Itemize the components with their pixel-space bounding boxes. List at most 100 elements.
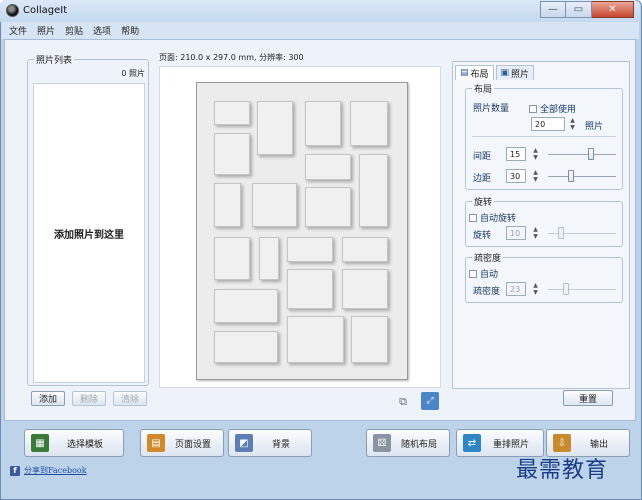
margin-slider[interactable] xyxy=(548,176,616,177)
photo-slot[interactable] xyxy=(342,269,388,309)
random-layout-label: 随机布局 xyxy=(400,439,437,450)
rotation-spinner[interactable]: ▲ ▼ xyxy=(532,226,539,240)
photo-slot[interactable] xyxy=(351,316,388,363)
close-button[interactable]: ✕ xyxy=(592,1,634,18)
reset-button[interactable]: 重置 xyxy=(563,390,613,406)
photo-slot[interactable] xyxy=(214,133,250,175)
dice-icon: ⚄ xyxy=(373,434,391,452)
photo-count-input[interactable]: 20 xyxy=(531,117,565,131)
margin-input[interactable]: 30 xyxy=(506,169,526,183)
density-group-title: 疏密度 xyxy=(472,251,504,264)
shuffle-icon: ⇄ xyxy=(463,434,481,452)
tab-layout[interactable]: ▤ 布局 xyxy=(455,65,494,80)
background-icon: ◩ xyxy=(235,434,253,452)
drop-hint: 添加照片到这里 xyxy=(54,229,124,241)
template-icon: ▦ xyxy=(31,434,49,452)
photo-slot[interactable] xyxy=(214,331,278,363)
photo-slot[interactable] xyxy=(214,101,250,125)
density-label: 疏密度 xyxy=(473,287,501,297)
density-spinner[interactable]: ▲ ▼ xyxy=(532,282,539,296)
export-label: 输出 xyxy=(589,439,608,450)
menu-photo[interactable]: 照片 xyxy=(37,24,55,37)
photo-unit-label: 照片 xyxy=(585,122,604,132)
menu-options[interactable]: 选项 xyxy=(93,24,111,37)
rotation-label: 旋转 xyxy=(473,231,492,241)
page-setup-label: 页面设置 xyxy=(174,439,211,450)
tab-layout-label: 布局 xyxy=(470,69,489,80)
photo-slot[interactable] xyxy=(359,154,388,227)
photo-slot[interactable] xyxy=(305,101,341,146)
photo-slot[interactable] xyxy=(287,237,333,262)
clear-photos-button[interactable]: 清除 xyxy=(113,391,147,406)
random-layout-button[interactable]: ⚄ 随机布局 xyxy=(366,429,450,457)
share-facebook-link[interactable]: 分享到Facebook xyxy=(24,465,87,476)
menu-bar: 文件 照片 剪贴 选项 帮助 xyxy=(1,22,639,39)
window-title: CollageIt xyxy=(23,5,68,16)
photo-icon: ▣ xyxy=(500,68,510,78)
layout-icon: ▤ xyxy=(460,68,469,78)
remove-photo-button[interactable]: 删除 xyxy=(72,391,106,406)
photo-list-group: 照片列表 0 照片 添加照片到这里 xyxy=(27,53,149,386)
photo-slot[interactable] xyxy=(287,316,344,363)
density-slider-thumb[interactable] xyxy=(563,283,569,295)
photo-slot[interactable] xyxy=(252,183,297,227)
share-facebook[interactable]: f 分享到Facebook xyxy=(10,465,87,476)
auto-rotate-checkbox[interactable]: 自动旋转 xyxy=(469,211,516,224)
spacing-slider-thumb[interactable] xyxy=(588,148,594,160)
page-info: 页面: 210.0 x 297.0 mm, 分辨率: 300 xyxy=(159,53,304,62)
spacing-slider[interactable] xyxy=(548,154,616,155)
divider xyxy=(472,136,616,137)
rotation-input[interactable]: 10 xyxy=(506,226,526,240)
use-all-check[interactable] xyxy=(529,104,537,113)
spacing-spinner[interactable]: ▲ ▼ xyxy=(532,147,539,161)
photo-slot[interactable] xyxy=(342,237,388,262)
minimize-button[interactable]: — xyxy=(540,1,566,18)
density-input[interactable]: 23 xyxy=(506,282,526,296)
fit-page-icon[interactable]: ⧉ xyxy=(394,393,412,411)
title-bar: CollageIt — ▭ ✕ xyxy=(0,0,640,22)
photo-count-label: 照片数量 xyxy=(473,104,510,114)
rearrange-photos-label: 重排照片 xyxy=(492,439,529,450)
photo-slot[interactable] xyxy=(305,154,351,180)
photo-count-spinner[interactable]: ▲ ▼ xyxy=(569,117,576,131)
auto-rotate-check[interactable] xyxy=(469,213,477,222)
photo-slot[interactable] xyxy=(305,187,351,227)
menu-file[interactable]: 文件 xyxy=(9,24,27,37)
page-setup-button[interactable]: ▤ 页面设置 xyxy=(140,429,224,457)
app-logo-icon xyxy=(6,4,19,17)
photo-slot[interactable] xyxy=(259,237,279,280)
auto-density-checkbox[interactable]: 自动 xyxy=(469,267,498,280)
photo-slot[interactable] xyxy=(214,289,278,323)
spacing-label: 间距 xyxy=(473,152,492,162)
use-all-checkbox[interactable]: 全部使用 xyxy=(529,102,576,115)
auto-density-label: 自动 xyxy=(480,270,499,280)
photo-slot[interactable] xyxy=(287,269,333,309)
margin-label: 边距 xyxy=(473,174,492,184)
margin-spinner[interactable]: ▲ ▼ xyxy=(532,169,539,183)
photo-slot[interactable] xyxy=(214,237,250,280)
background-button[interactable]: ◩ 背景 xyxy=(228,429,312,457)
tab-photo-label: 照片 xyxy=(511,69,530,80)
add-photo-button[interactable]: 添加 xyxy=(31,391,65,406)
tab-photo[interactable]: ▣ 照片 xyxy=(495,65,535,80)
rotation-slider-thumb[interactable] xyxy=(558,227,564,239)
margin-slider-thumb[interactable] xyxy=(568,170,574,182)
photo-drop-area[interactable]: 添加照片到这里 xyxy=(33,83,145,383)
spacing-input[interactable]: 15 xyxy=(506,147,526,161)
maximize-button[interactable]: ▭ xyxy=(566,1,592,18)
menu-help[interactable]: 帮助 xyxy=(121,24,139,37)
menu-clip[interactable]: 剪贴 xyxy=(65,24,83,37)
page-setup-icon: ▤ xyxy=(147,434,165,452)
select-template-label: 选择模板 xyxy=(66,439,103,450)
photo-slot[interactable] xyxy=(257,101,293,155)
select-template-button[interactable]: ▦ 选择模板 xyxy=(24,429,124,457)
photo-slot[interactable] xyxy=(214,183,241,227)
collage-page[interactable] xyxy=(196,82,408,380)
photo-slot[interactable] xyxy=(350,101,388,146)
rotation-group-title: 旋转 xyxy=(472,195,495,208)
zoom-fit-icon[interactable]: ⤢ xyxy=(421,392,439,410)
background-label: 背景 xyxy=(271,439,290,450)
facebook-icon: f xyxy=(10,465,20,476)
density-slider[interactable] xyxy=(548,289,616,290)
auto-density-check[interactable] xyxy=(469,269,477,278)
